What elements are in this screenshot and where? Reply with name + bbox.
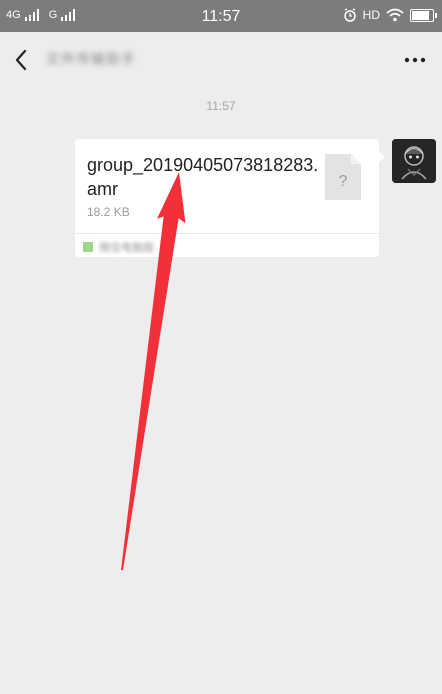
chat-header: 文件传输助手 (0, 32, 442, 88)
avatar[interactable] (392, 139, 436, 183)
unknown-file-icon: ? (325, 154, 361, 200)
hd-label: HD (362, 8, 380, 22)
wifi-icon (386, 8, 404, 22)
chevron-left-icon[interactable] (10, 46, 34, 74)
source-label: 微信电脑版 (99, 242, 154, 254)
status-right-icons: HD (343, 8, 437, 22)
status-bar: 4G G 11:57 HD (0, 0, 442, 32)
file-icon-glyph: ? (339, 173, 348, 190)
more-horizontal-icon[interactable] (402, 46, 428, 74)
avatar-image (392, 139, 436, 183)
message-timestamp: 11:57 (206, 99, 236, 113)
pc-wechat-icon (83, 242, 93, 252)
file-name: group_20190405073818283.amr (87, 155, 319, 199)
battery-icon (410, 8, 437, 22)
alarm-icon (343, 8, 356, 22)
message-source: 微信电脑版 (83, 239, 154, 255)
chat-title: 文件传输助手 (46, 51, 136, 67)
card-divider (75, 233, 379, 234)
file-message-card[interactable]: group_20190405073818283.amr 18.2 KB ? 微信… (75, 139, 385, 257)
file-size: 18.2 KB (87, 205, 130, 219)
